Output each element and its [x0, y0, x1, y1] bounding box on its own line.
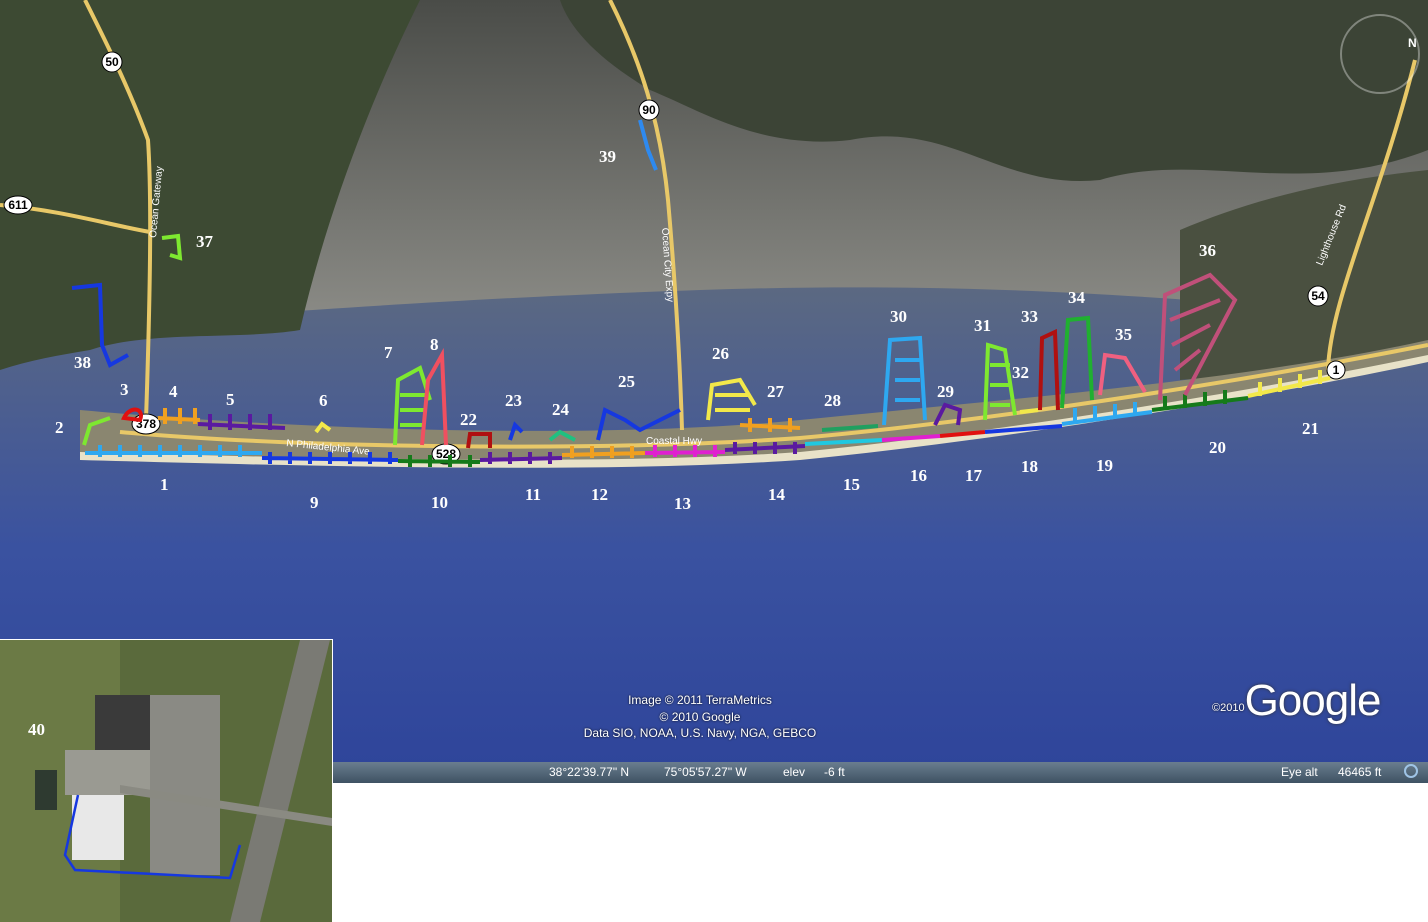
zone-label-19: 19: [1096, 456, 1113, 475]
svg-text:90: 90: [642, 103, 656, 117]
inset-map: 40: [0, 639, 333, 922]
zone-label-13: 13: [674, 494, 691, 513]
zone-label-2: 2: [55, 418, 64, 437]
navigation-control[interactable]: [1340, 14, 1420, 94]
zone-label-6: 6: [319, 391, 328, 410]
zone-label-16: 16: [910, 466, 927, 485]
zone-label-1: 1: [160, 475, 169, 494]
zone-label-35: 35: [1115, 325, 1132, 344]
zone-label-17: 17: [965, 466, 983, 485]
zone-label-15: 15: [843, 475, 860, 494]
zone-label-28: 28: [824, 391, 841, 410]
inset-pond: [35, 770, 57, 810]
zone-label-32: 32: [1012, 363, 1029, 382]
inset-parking-lot: [150, 695, 220, 875]
zone-label-11: 11: [525, 485, 541, 504]
eye-alt-label: Eye alt: [1281, 765, 1318, 779]
streaming-indicator-icon: [1404, 764, 1418, 778]
zone-label-25: 25: [618, 372, 635, 391]
attribution-line-1: Image © 2011 TerraMetrics: [628, 693, 772, 707]
svg-text:528: 528: [436, 447, 456, 461]
shield-50: 50: [101, 51, 123, 73]
logo-wordmark: Google: [1244, 676, 1382, 725]
zone-label-31: 31: [974, 316, 991, 335]
logo-year: ©2010: [1212, 702, 1245, 714]
imagery-attribution: Image © 2011 TerraMetrics © 2010 Google …: [560, 692, 840, 742]
inset-satellite: [0, 640, 332, 922]
zone-label-30: 30: [890, 307, 907, 326]
svg-text:1: 1: [1333, 363, 1340, 377]
zone-label-10: 10: [431, 493, 448, 512]
zone-label-23: 23: [505, 391, 522, 410]
track-zone-27: [739, 418, 801, 432]
zone-label-26: 26: [712, 344, 729, 363]
zone-label-14: 14: [768, 485, 786, 504]
eye-alt-value: 46465 ft: [1338, 765, 1382, 779]
zone-label-4: 4: [169, 382, 178, 401]
zone-label-3: 3: [120, 380, 129, 399]
elevation-label: elev: [783, 765, 806, 779]
zone-label-34: 34: [1068, 288, 1086, 307]
inset-building-roof: [95, 695, 150, 755]
north-indicator[interactable]: N: [1408, 36, 1417, 50]
zone-label-27: 27: [767, 382, 785, 401]
zone-label-9: 9: [310, 493, 319, 512]
attribution-line-3: Data SIO, NOAA, U.S. Navy, NGA, GEBCO: [583, 726, 817, 740]
zone-label-12: 12: [591, 485, 608, 504]
svg-text:50: 50: [105, 55, 119, 69]
svg-text:54: 54: [1311, 289, 1325, 303]
zone-label-18: 18: [1021, 457, 1038, 476]
inset-white-building: [72, 795, 124, 860]
shield-54: 54: [1307, 285, 1329, 307]
zone-label-33: 33: [1021, 307, 1038, 326]
zone-label-36: 36: [1199, 241, 1216, 260]
zone-label-20: 20: [1209, 438, 1226, 457]
track-zone-32: [1019, 408, 1039, 414]
zone-label-29: 29: [937, 382, 954, 401]
google-logo: ©2010Google: [1212, 676, 1382, 726]
zone-label-39: 39: [599, 147, 616, 166]
zone-label-37: 37: [196, 232, 214, 251]
zone-label-8: 8: [430, 335, 439, 354]
zone-label-38: 38: [74, 353, 91, 372]
zone-label-21: 21: [1302, 419, 1319, 438]
zone-label-40: 40: [28, 720, 45, 739]
longitude-readout: 75°05'57.27" W: [664, 765, 747, 779]
shield-1: 1: [1326, 360, 1346, 380]
zone-label-7: 7: [384, 343, 393, 362]
shield-378: 378: [131, 413, 161, 435]
svg-text:611: 611: [8, 198, 28, 212]
zone-label-5: 5: [226, 390, 235, 409]
attribution-line-2: © 2010 Google: [659, 709, 741, 724]
elevation-value: -6 ft: [824, 765, 845, 779]
track-zone-4: [157, 408, 201, 424]
zone-label-22: 22: [460, 410, 477, 429]
latitude-readout: 38°22'39.77" N: [549, 765, 630, 779]
zone-label-24: 24: [552, 400, 570, 419]
shield-611: 611: [3, 195, 33, 215]
shield-90: 90: [638, 99, 660, 121]
